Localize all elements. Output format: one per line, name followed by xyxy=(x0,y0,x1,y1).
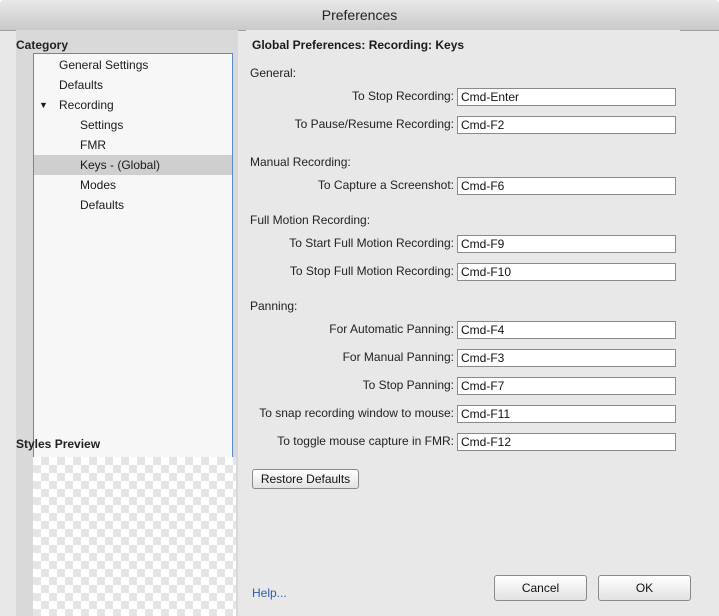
shortcut-field[interactable]: Cmd-F6 xyxy=(457,177,676,195)
styles-preview-label: Styles Preview xyxy=(16,437,101,451)
category-panel: Category General Settings Defaults ▼ Record… xyxy=(16,30,238,616)
shortcut-label: To Start Full Motion Recording: xyxy=(289,236,454,250)
category-item[interactable]: Keys - (Global) xyxy=(34,155,232,175)
shortcut-label: To toggle mouse capture in FMR: xyxy=(277,434,454,448)
category-item[interactable]: Settings xyxy=(34,115,232,135)
shortcut-label: To Pause/Resume Recording: xyxy=(294,117,454,131)
preferences-window: Preferences Category General Settings Def… xyxy=(0,0,719,616)
category-item-label: Settings xyxy=(80,118,124,132)
category-item[interactable]: ▼ Recording xyxy=(34,95,232,115)
category-item[interactable]: Defaults xyxy=(34,75,232,95)
shortcut-field[interactable]: Cmd-F2 xyxy=(457,116,676,134)
help-link[interactable]: Help... xyxy=(252,586,287,600)
styles-preview xyxy=(33,457,236,616)
shortcut-label: To snap recording window to mouse: xyxy=(259,406,454,420)
shortcut-field[interactable]: Cmd-F3 xyxy=(457,349,676,367)
shortcut-field[interactable]: Cmd-F7 xyxy=(457,377,676,395)
shortcut-label: To Capture a Screenshot: xyxy=(317,178,454,192)
settings-panel: Global Preferences: Recording: Keys Rest… xyxy=(246,30,691,616)
shortcut-label: To Stop Full Motion Recording: xyxy=(289,264,454,278)
category-item-label: Keys - (Global) xyxy=(80,158,161,172)
category-label: Category xyxy=(16,38,69,52)
category-item-label: General Settings xyxy=(59,58,149,72)
restore-defaults-button[interactable]: Restore Defaults xyxy=(252,469,359,489)
shortcut-field[interactable]: Cmd-F9 xyxy=(457,235,676,253)
shortcut-field[interactable]: Cmd-F12 xyxy=(457,433,676,451)
ok-button[interactable]: OK xyxy=(598,575,691,601)
section-title: Full Motion Recording: xyxy=(250,213,371,227)
shortcut-label: For Automatic Panning: xyxy=(329,322,454,336)
shortcut-label: To Stop Panning: xyxy=(362,378,454,392)
window-title: Preferences xyxy=(0,0,719,31)
shortcut-field[interactable]: Cmd-F4 xyxy=(457,321,676,339)
section-title: Panning: xyxy=(250,299,298,313)
shortcut-field[interactable]: Cmd-F11 xyxy=(457,405,676,423)
category-item-label: Defaults xyxy=(59,78,104,92)
category-item[interactable]: Modes xyxy=(34,175,232,195)
cancel-button[interactable]: Cancel xyxy=(494,575,587,601)
category-item[interactable]: Defaults xyxy=(34,195,232,215)
shortcut-field[interactable]: Cmd-Enter xyxy=(457,88,676,106)
category-tree[interactable]: General Settings Defaults ▼ Recording Settin… xyxy=(33,53,233,459)
shortcut-field[interactable]: Cmd-F10 xyxy=(457,263,676,281)
page-title: Global Preferences: Recording: Keys xyxy=(252,38,465,52)
category-item-label: Defaults xyxy=(80,198,125,212)
category-item-label: FMR xyxy=(80,138,106,152)
section-title: Manual Recording: xyxy=(250,155,351,169)
shortcut-label: For Manual Panning: xyxy=(342,350,454,364)
category-item[interactable]: FMR xyxy=(34,135,232,155)
category-item-label: Recording xyxy=(59,98,114,112)
category-item[interactable]: General Settings xyxy=(34,55,232,75)
section-title: General: xyxy=(250,66,297,80)
disclosure-triangle-icon[interactable]: ▼ xyxy=(39,95,48,115)
shortcut-label: To Stop Recording: xyxy=(351,89,454,103)
category-item-label: Modes xyxy=(80,178,117,192)
